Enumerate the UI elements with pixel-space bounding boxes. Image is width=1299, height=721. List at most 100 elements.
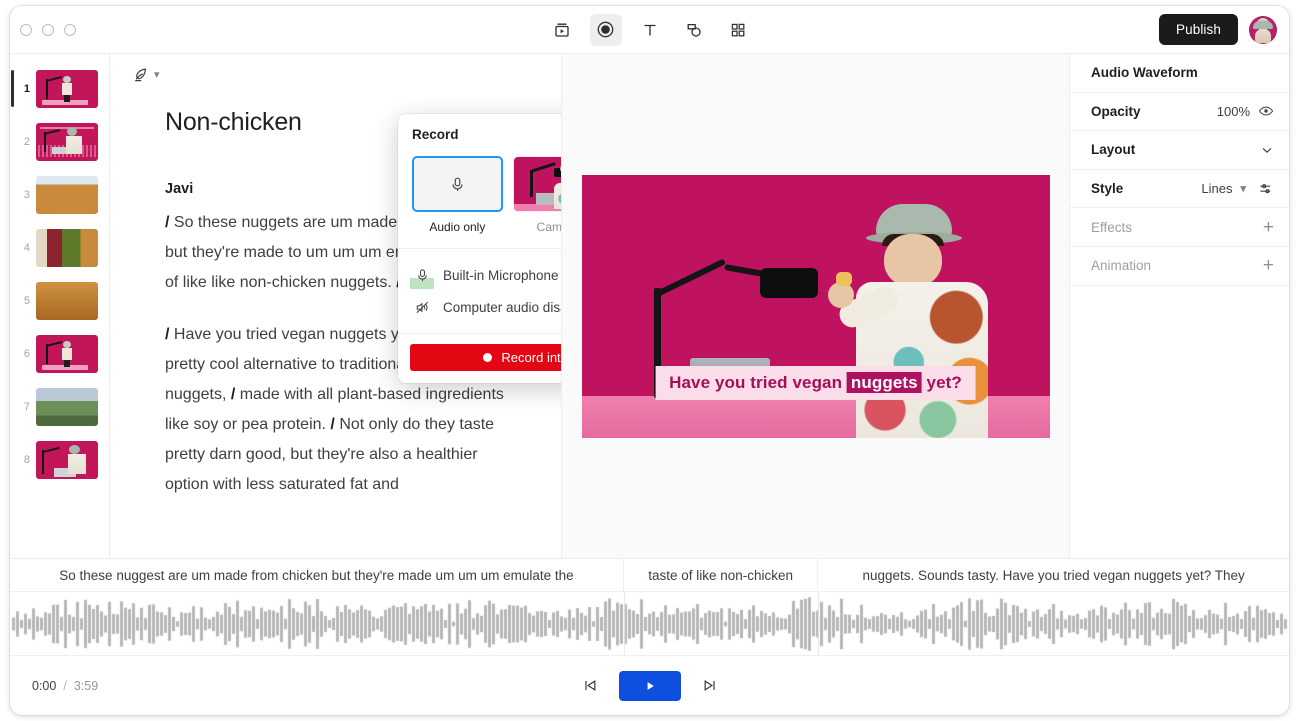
slide-number: 2 [23,135,30,148]
presenter [827,198,988,438]
slide-thumbnail[interactable]: 2 [10,115,109,168]
plus-icon[interactable]: + [1263,218,1274,237]
inspector-title: Audio Waveform [1091,65,1198,81]
caption-overlay[interactable]: Have you tried vegan nuggets yet? [655,365,976,400]
slide-number: 1 [23,82,30,95]
microphone-label: Built-in Microphone [443,267,559,283]
plus-icon[interactable]: + [1263,256,1274,275]
script-toolbar: ▾ [110,54,561,94]
waveform-track[interactable] [10,592,1289,656]
duration: 3:59 [73,678,99,693]
opacity-value: 100% [1216,103,1250,119]
transcript-strip: So these nuggest are um made from chicke… [10,559,1289,592]
inspector-panel: Audio Waveform Opacity 100% Layout Style… [1070,54,1289,558]
microphone-icon [410,265,434,289]
record-dialog-title: Record [412,126,459,142]
record-mode-camera[interactable]: Camera [512,156,562,234]
canvas-pane: Have you tried vegan nuggets yet? [562,54,1070,558]
slide-preview [36,175,98,214]
timeline: So these nuggest are um made from chicke… [10,558,1289,715]
slide-preview [36,228,98,267]
top-right-group: Publish [1159,14,1277,45]
record-device-section: Built-in Microphone ▾ Speaker ▾ [398,248,561,333]
app-window: Publish 1 2 3 4 5 6 7 8 ▾ Non-chicken Ja… [10,6,1289,715]
transcript-segment[interactable]: taste of like non-chicken [624,559,819,591]
opacity-label: Opacity [1091,103,1141,119]
slide-number: 3 [23,188,30,201]
caption-highlight: nuggets [846,371,922,393]
slide-number: 8 [23,453,30,466]
record-mode-label: Audio only [429,220,486,234]
computer-audio-label: Computer audio disabled [443,299,561,315]
slide-thumbnail[interactable]: 7 [10,380,109,433]
record-button-label: Record into script [501,350,561,365]
eye-icon[interactable] [1258,103,1274,119]
slide-preview [36,440,98,479]
effects-label: Effects [1091,219,1133,235]
camera-preview [512,156,561,212]
chevron-down-icon[interactable] [1260,143,1274,157]
media-icon[interactable] [546,14,578,46]
slide-number: 6 [23,347,30,360]
sliders-icon[interactable] [1258,181,1274,197]
avatar[interactable] [1249,15,1277,44]
slide-thumbnail[interactable]: 8 [10,433,109,486]
record-mode-group: Audio only Camera [398,152,562,248]
main-body: 1 2 3 4 5 6 7 8 ▾ Non-chicken Javi / So … [10,54,1289,558]
text-icon[interactable] [634,14,666,46]
playback-controls: 0:00 / 3:59 [10,656,1289,715]
slide-number: 5 [23,294,30,307]
record-into-script-button[interactable]: Record into script [410,344,561,371]
microphone-select[interactable]: Built-in Microphone ▾ [443,267,561,283]
computer-audio-row: Computer audio disabled ▾ [412,291,561,323]
inspector-row-style[interactable]: Style Lines ▾ [1070,170,1289,209]
time-separator: / [63,678,67,693]
slide-thumbnail[interactable]: 1 [10,62,109,115]
transport-group [582,670,718,701]
audio-only-preview [412,156,503,212]
publish-button[interactable]: Publish [1159,14,1238,45]
record-dialog-header: Record [398,114,561,152]
shapes-icon[interactable] [678,14,710,46]
slide-thumbnail[interactable]: 3 [10,168,109,221]
slide-number: 4 [23,241,30,254]
zoom-window-button[interactable] [64,23,76,36]
skip-back-icon[interactable] [582,677,599,694]
speaker-muted-icon [412,297,432,317]
microphone-row: Built-in Microphone ▾ Speaker ▾ [410,259,561,291]
close-window-button[interactable] [20,23,32,36]
video-preview[interactable]: Have you tried vegan nuggets yet? [581,174,1050,438]
slide-thumbnail[interactable]: 5 [10,274,109,327]
slide-number: 7 [23,400,30,413]
record-icon[interactable] [589,13,622,46]
time-display: 0:00 / 3:59 [32,679,98,693]
inspector-row-opacity[interactable]: Opacity 100% [1070,93,1289,132]
chevron-down-icon[interactable]: ▾ [154,68,160,81]
slide-preview [36,387,98,426]
inspector-header: Audio Waveform [1070,54,1289,93]
record-dialog: Record Audio only Cam Built-in Microphon… [398,114,562,383]
script-editor[interactable]: ▾ Non-chicken Javi / So these nuggets ar… [110,54,562,558]
tool-group [546,13,754,46]
record-mode-label: Camera [536,220,562,234]
transcript-segment[interactable]: nuggets. Sounds tasty. Have you tried ve… [818,559,1289,591]
waveform-canvas[interactable] [10,592,1289,655]
slide-thumbnail[interactable]: 4 [10,221,109,274]
inspector-row-effects[interactable]: Effects + [1070,208,1289,247]
computer-audio-select[interactable]: Computer audio disabled ▾ [443,299,561,315]
style-label: Style [1091,181,1124,197]
skip-forward-icon[interactable] [701,677,718,694]
window-traffic-lights [10,23,76,36]
minimize-window-button[interactable] [42,23,54,36]
play-button[interactable] [618,670,681,701]
record-mode-audio-only[interactable]: Audio only [412,156,503,234]
slide-rail[interactable]: 1 2 3 4 5 6 7 8 [10,54,110,558]
inspector-row-layout[interactable]: Layout [1070,131,1289,170]
slide-thumbnail[interactable]: 6 [10,327,109,380]
chevron-down-icon[interactable]: ▾ [1240,182,1246,195]
animation-label: Animation [1091,258,1152,274]
quill-icon[interactable] [132,66,149,83]
apps-icon[interactable] [722,14,754,46]
transcript-segment[interactable]: So these nuggest are um made from chicke… [10,559,624,591]
inspector-row-animation[interactable]: Animation + [1070,247,1289,286]
